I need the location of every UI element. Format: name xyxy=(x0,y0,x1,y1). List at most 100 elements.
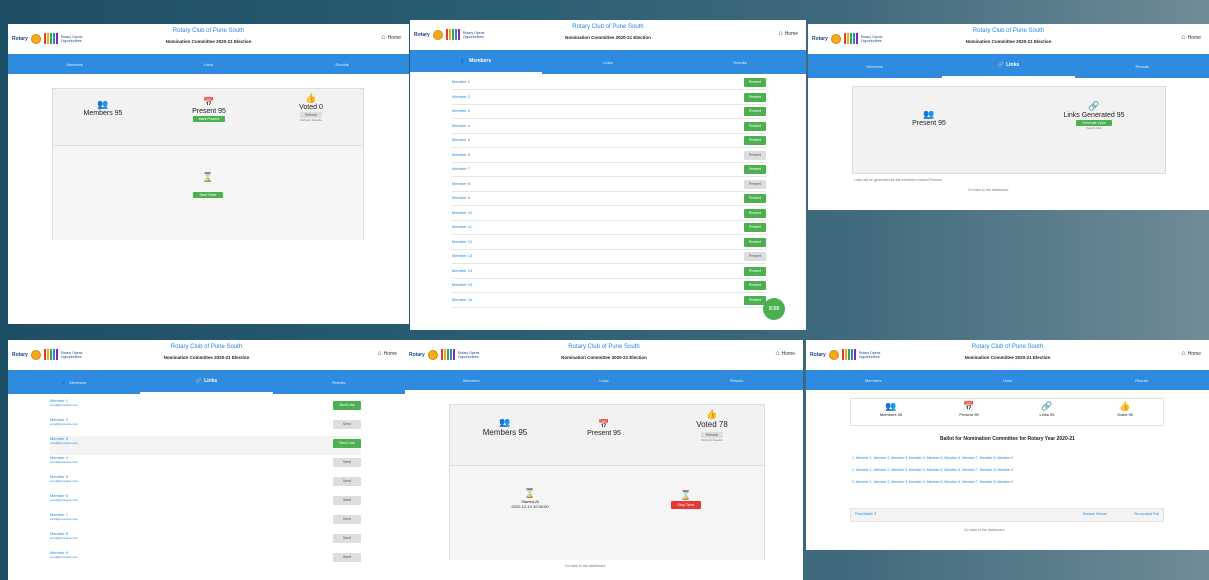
back-link[interactable]: Go back to the dashboard xyxy=(964,528,1004,532)
present-toggle-button[interactable]: Present xyxy=(744,92,766,102)
tab-links[interactable]: Links xyxy=(542,50,674,74)
link-member-row: Member 5 email@example.com Send xyxy=(50,474,361,493)
home-link[interactable]: ⌂ Home xyxy=(1181,350,1201,357)
tab-members[interactable]: Members xyxy=(405,370,538,390)
member-email: email@example.com xyxy=(50,460,79,464)
tab-links[interactable]: 🔗 Links xyxy=(140,370,273,394)
tab-results[interactable]: Results xyxy=(1075,370,1209,390)
tab-members[interactable]: Members xyxy=(8,54,142,74)
declare-winner-link[interactable]: Declare Winner xyxy=(1083,512,1107,516)
tab-results[interactable]: Results xyxy=(674,50,806,74)
present-toggle-button[interactable]: Present xyxy=(744,266,766,276)
final-ballot-label: Final Ballot: 3 xyxy=(855,512,877,516)
member-email: email@example.com xyxy=(50,479,79,483)
committee-title: Nomination Committee 2020-21 Election xyxy=(965,39,1052,44)
tab-members[interactable]: Members xyxy=(806,370,940,390)
present-toggle-button[interactable]: Present xyxy=(744,121,766,131)
present-toggle-button[interactable]: Present xyxy=(744,179,766,189)
calendar-icon: 📅 xyxy=(963,401,975,411)
back-link[interactable]: Go back to the dashboard xyxy=(565,564,605,568)
member-row: Member 6 Present xyxy=(452,149,766,163)
committee-title: Nomination Committee 2020-21 Election xyxy=(163,355,250,360)
reconduct-poll-link[interactable]: Re-conduct Poll xyxy=(1134,512,1159,516)
timer-area: ⌛ Start Timer xyxy=(53,145,363,240)
send-link-button[interactable]: Send xyxy=(333,534,361,543)
users-icon: 👥 xyxy=(885,401,897,411)
home-link[interactable]: ⌂ Home xyxy=(778,30,798,37)
tab-results[interactable]: Results xyxy=(670,370,803,390)
links-stat: 🔗 Links 95 xyxy=(1017,401,1077,417)
send-link-button[interactable]: Send xyxy=(333,420,361,429)
tab-results[interactable]: Results xyxy=(275,54,409,74)
thumbs-up-icon: 👍 xyxy=(1119,401,1131,411)
home-link[interactable]: ⌂ Home xyxy=(381,34,401,41)
calendar-icon: 📅 xyxy=(598,419,610,429)
tab-results[interactable]: Results xyxy=(1075,54,1209,78)
mark-present-button[interactable]: Mark Present xyxy=(192,116,226,122)
tab-links[interactable]: Links xyxy=(142,54,276,74)
present-toggle-button[interactable]: Present xyxy=(744,252,766,261)
member-email: email@example.com xyxy=(50,441,79,445)
send-link-button[interactable]: Send xyxy=(333,458,361,467)
member-row: Member 3 Present xyxy=(452,105,766,119)
tab-links[interactable]: Links xyxy=(538,370,671,390)
member-row: Member 8 Present xyxy=(452,178,766,192)
hourglass-icon: ⌛ xyxy=(202,172,214,182)
panel-links-list: Rotary Rotary Opens Opportunities Rotary… xyxy=(8,340,405,580)
tab-links[interactable]: Links xyxy=(940,370,1074,390)
link-member-row: Member 9 email@example.com Send xyxy=(50,550,361,569)
users-icon: 👥 xyxy=(97,99,109,109)
started-info: ⌛ Started At 2020-12-12 10:30:00 xyxy=(490,488,570,509)
present-toggle-button[interactable]: Present xyxy=(744,107,766,116)
tab-members[interactable]: 👥 Members xyxy=(8,370,140,394)
member-name: Member 8 xyxy=(452,180,471,186)
link-member-row: Member 6 email@example.com Send xyxy=(50,493,361,512)
send-link-button[interactable]: Send Link xyxy=(333,439,361,448)
back-link[interactable]: Go back to the dashboard xyxy=(968,188,1008,192)
stats-card: 👥 Members 95 📅 Present 95 👍 Voted 78 Ref… xyxy=(449,404,765,560)
send-link-button[interactable]: Send xyxy=(333,477,361,486)
nav-bar: 👥 Members Links Results xyxy=(410,50,806,74)
nav-bar: 👥 Members 🔗 Links Results xyxy=(8,370,405,394)
voted-stat: 👍 Voted 0 Refresh Refresh Results xyxy=(281,93,341,122)
present-toggle-button[interactable]: Present xyxy=(744,78,766,87)
present-toggle-button[interactable]: Present xyxy=(744,237,766,247)
member-row: Member 4 Present xyxy=(452,120,766,134)
home-link[interactable]: ⌂ Home xyxy=(775,350,795,357)
tab-links[interactable]: 🔗 Links xyxy=(941,54,1076,78)
users-icon: 👥 xyxy=(62,379,68,385)
header: Rotary Rotary Opens Opportunities Rotary… xyxy=(405,340,803,370)
present-toggle-button[interactable]: Present xyxy=(744,165,766,174)
voted-stat: 👍 Voted 78 Refresh Refresh Results xyxy=(682,409,742,442)
present-toggle-button[interactable]: Present xyxy=(744,208,766,218)
present-toggle-button[interactable]: Present xyxy=(744,194,766,203)
panel-dashboard-running: Rotary Rotary Opens Opportunities Rotary… xyxy=(405,340,803,580)
nav-bar: Members Links Results xyxy=(806,370,1209,390)
start-timer-button[interactable]: Start Timer xyxy=(193,192,223,198)
home-link[interactable]: ⌂ Home xyxy=(1181,34,1201,41)
home-icon: ⌂ xyxy=(377,350,382,357)
send-link-button[interactable]: Send xyxy=(333,515,361,524)
member-name: Member 16 xyxy=(452,296,473,302)
present-toggle-button[interactable]: Present xyxy=(744,136,766,145)
link-icon: 🔗 xyxy=(1041,401,1053,411)
users-icon: 👥 xyxy=(460,58,468,64)
tab-members[interactable]: 👥 Members xyxy=(410,50,542,74)
present-toggle-button[interactable]: Present xyxy=(744,281,766,290)
send-link-button[interactable]: Send xyxy=(333,553,361,562)
present-toggle-button[interactable]: Present xyxy=(744,150,766,160)
tab-results[interactable]: Results xyxy=(273,370,405,394)
tab-members[interactable]: Members xyxy=(808,54,942,78)
send-link-button[interactable]: Send xyxy=(333,496,361,505)
header: Rotary Rotary Opens Opportunities Rotary… xyxy=(410,20,806,50)
present-toggle-button[interactable]: Present xyxy=(744,295,766,305)
stop-timer-button[interactable]: Stop Timer xyxy=(670,501,702,509)
present-toggle-button[interactable]: Present xyxy=(744,223,766,232)
home-icon: ⌂ xyxy=(1181,34,1186,41)
club-title: Rotary Club of Pune South xyxy=(972,28,1045,34)
send-link-button[interactable]: Send Link xyxy=(333,401,361,410)
home-link[interactable]: ⌂ Home xyxy=(377,350,397,357)
link-icon: 🔗 xyxy=(195,378,203,384)
club-title: Rotary Club of Pune South xyxy=(568,344,640,350)
member-row: Member 15 Present xyxy=(452,279,766,293)
